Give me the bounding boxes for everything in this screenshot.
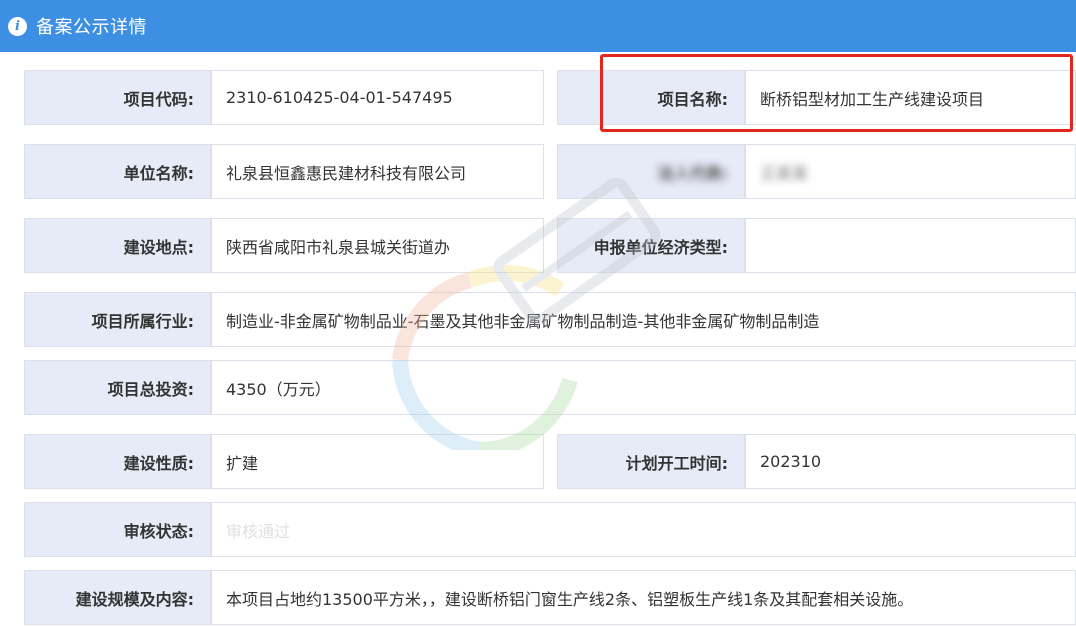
location-value: 陕西省咸阳市礼泉县城关街道办	[211, 218, 544, 273]
table-row: 建设性质: 扩建 计划开工时间: 202310	[24, 434, 1076, 489]
project-code-value: 2310-610425-04-01-547495	[211, 70, 544, 125]
table-row: 建设地点: 陕西省咸阳市礼泉县城关街道办 申报单位经济类型:	[24, 218, 1076, 273]
nature-value: 扩建	[211, 434, 544, 489]
nature-label: 建设性质:	[24, 434, 211, 489]
review-status-label: 审核状态:	[24, 502, 211, 557]
table-row: 单位名称: 礼泉县恒鑫惠民建材科技有限公司 法人代表: 王某某	[24, 144, 1076, 199]
table-row: 建设规模及内容: 本项目占地约13500平方米，，建设断桥铝门窗生产线2条、铝塑…	[24, 570, 1076, 625]
redacted-label-text: 法人代表:	[657, 163, 728, 183]
location-label: 建设地点:	[24, 218, 211, 273]
start-time-value: 202310	[745, 434, 1076, 489]
project-name-label: 项目名称:	[557, 70, 745, 125]
project-name-value: 断桥铝型材加工生产线建设项目	[745, 70, 1076, 125]
redacted-value: 王某某	[745, 144, 1076, 199]
table-row: 项目所属行业: 制造业-非金属矿物制品业-石墨及其他非金属矿物制品制造-其他非金…	[24, 292, 1076, 347]
page-header: i 备案公示详情	[0, 0, 1076, 52]
scale-label: 建设规模及内容:	[24, 570, 211, 625]
scale-value: 本项目占地约13500平方米，，建设断桥铝门窗生产线2条、铝塑板生产线1条及其配…	[211, 570, 1076, 625]
page-title: 备案公示详情	[36, 17, 147, 38]
economic-type-value	[745, 218, 1076, 273]
start-time-label: 计划开工时间:	[557, 434, 745, 489]
industry-label: 项目所属行业:	[24, 292, 211, 347]
unit-name-value: 礼泉县恒鑫惠民建材科技有限公司	[211, 144, 544, 199]
investment-label: 项目总投资:	[24, 360, 211, 415]
review-status-value: 审核通过	[211, 502, 1076, 557]
unit-name-label: 单位名称:	[24, 144, 211, 199]
table-row: 项目总投资: 4350（万元）	[24, 360, 1076, 415]
table-row: 项目代码: 2310-610425-04-01-547495 项目名称: 断桥铝…	[24, 70, 1076, 125]
info-icon: i	[8, 16, 27, 36]
investment-value: 4350（万元）	[211, 360, 1076, 415]
industry-value: 制造业-非金属矿物制品业-石墨及其他非金属矿物制品制造-其他非金属矿物制品制造	[211, 292, 1076, 347]
project-code-label: 项目代码:	[24, 70, 211, 125]
redacted-value-text: 王某某	[760, 163, 809, 183]
table-row: 审核状态: 审核通过	[24, 502, 1076, 557]
economic-type-label: 申报单位经济类型:	[557, 218, 745, 273]
redacted-label: 法人代表:	[557, 144, 745, 199]
